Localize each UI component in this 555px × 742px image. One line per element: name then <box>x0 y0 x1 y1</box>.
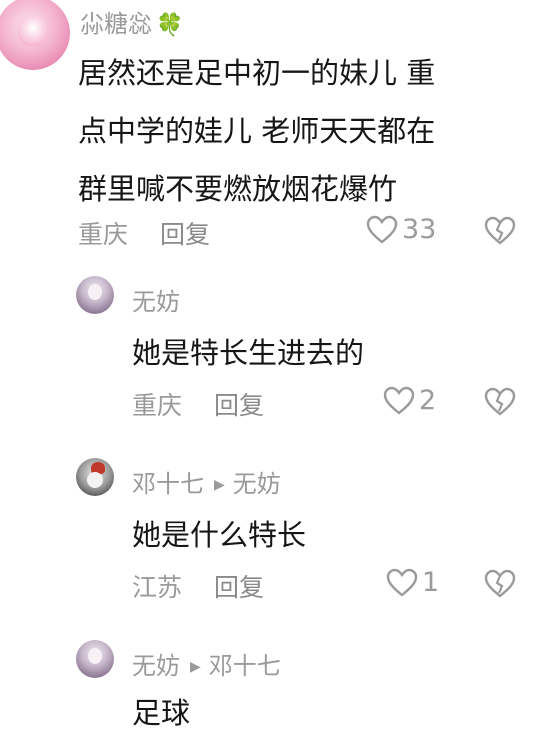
like-count: 33 <box>402 214 437 245</box>
comment-meta: 重庆 回复 <box>78 215 210 251</box>
reply-to-username[interactable]: 邓十七 <box>209 652 281 680</box>
comment-text: 居然还是足中初一的妹儿 重 点中学的娃儿 老师天天都在 群里喊不要燃放烟花爆竹 <box>78 56 436 206</box>
like-button[interactable]: 33 <box>366 214 436 245</box>
avatar[interactable] <box>76 276 114 314</box>
broken-heart-icon[interactable] <box>484 569 516 599</box>
heart-icon <box>386 568 418 597</box>
comment-meta: 重庆 回复 <box>132 386 264 422</box>
comment-item: 尛糖惢 🍀 居然还是足中初一的妹儿 重 点中学的娃儿 老师天天都在 群里喊不要燃放… <box>0 0 555 260</box>
heart-icon <box>366 215 398 244</box>
broken-heart-icon[interactable] <box>484 216 516 246</box>
location: 重庆 <box>78 220 129 249</box>
heart-icon <box>383 386 415 415</box>
username[interactable]: 无妨 ▶ 邓十七 <box>132 646 281 681</box>
reply-button[interactable]: 回复 <box>214 391 264 420</box>
comment-text: 足球 <box>132 696 191 730</box>
flower-image <box>18 16 48 46</box>
avatar-face <box>88 648 102 664</box>
avatar[interactable] <box>0 0 70 70</box>
username[interactable]: 无妨 <box>132 282 180 317</box>
location: 重庆 <box>132 391 183 420</box>
like-count: 2 <box>419 385 437 416</box>
comment-text: 她是特长生进去的 <box>132 336 365 370</box>
username[interactable]: 尛糖惢 🍀 <box>80 4 183 39</box>
reply-to-username[interactable]: 无妨 <box>233 470 281 498</box>
like-count: 1 <box>422 567 440 598</box>
clover-icon: 🍀 <box>156 13 184 38</box>
reply-item: 无妨 她是特长生进去的 重庆 回复 2 <box>0 272 555 432</box>
username[interactable]: 邓十七 ▶ 无妨 <box>132 464 281 499</box>
triangle-right-icon: ▶ <box>190 659 201 675</box>
reply-button[interactable]: 回复 <box>160 220 210 249</box>
triangle-right-icon: ▶ <box>214 477 225 493</box>
reply-item: 邓十七 ▶ 无妨 她是什么特长 江苏 回复 1 <box>0 454 555 614</box>
avatar[interactable] <box>76 640 114 678</box>
avatar-face <box>87 472 103 488</box>
location: 江苏 <box>132 573 183 602</box>
comment-meta: 江苏 回复 <box>132 568 264 604</box>
reply-item: 无妨 ▶ 邓十七 足球 <box>0 636 555 730</box>
avatar-face <box>88 284 102 300</box>
broken-heart-icon[interactable] <box>484 387 516 417</box>
reply-button[interactable]: 回复 <box>214 573 264 602</box>
like-button[interactable]: 2 <box>383 385 436 416</box>
avatar[interactable] <box>76 458 114 496</box>
like-button[interactable]: 1 <box>386 567 439 598</box>
comment-text: 她是什么特长 <box>132 518 307 552</box>
